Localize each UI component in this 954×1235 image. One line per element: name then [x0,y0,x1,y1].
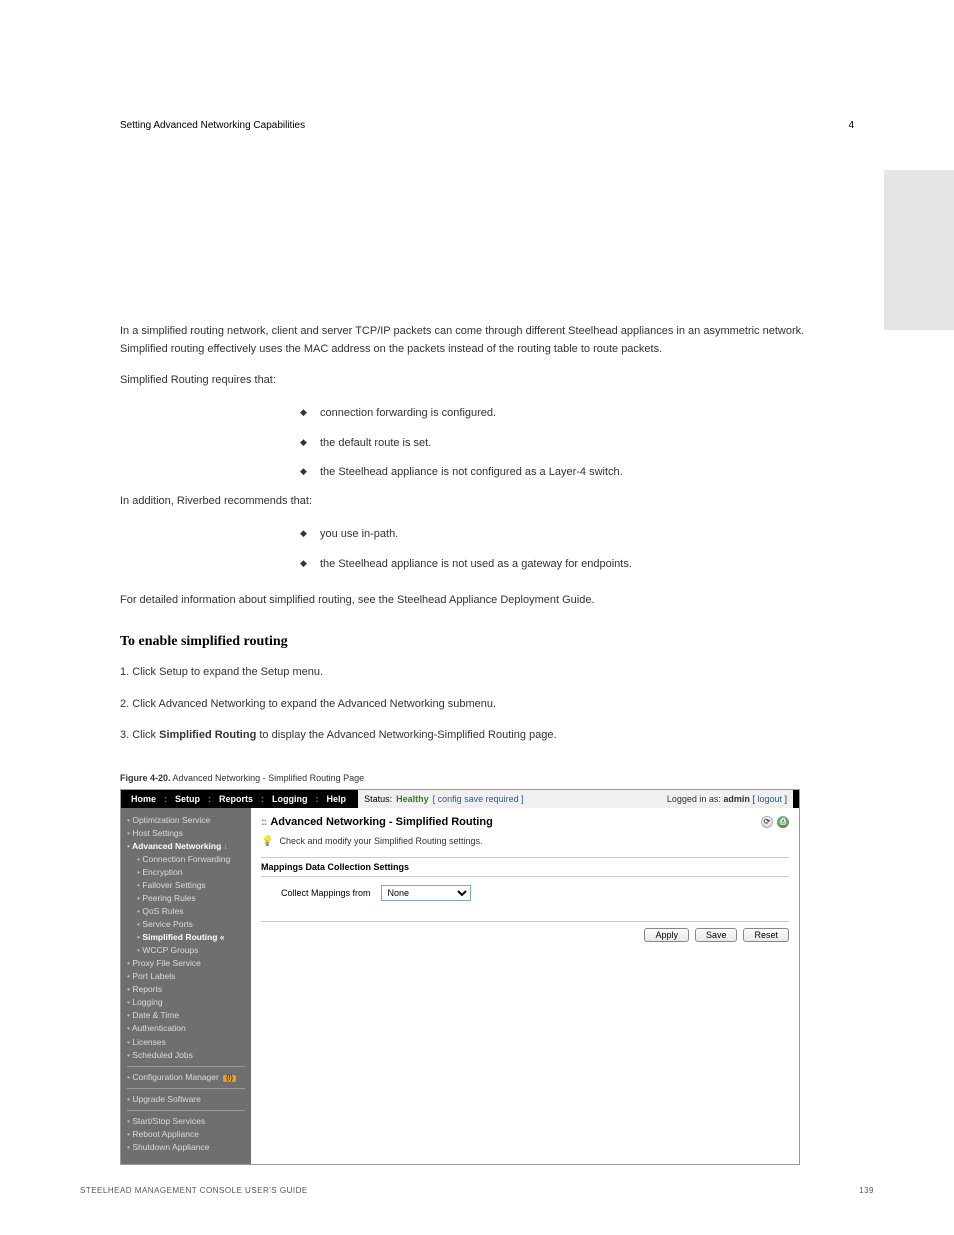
collect-mappings-label: Collect Mappings from [281,888,371,898]
sidebar-item-upgrade[interactable]: Upgrade Software [127,1093,245,1106]
step-3-suffix: to display the Advanced Networking-Simpl… [256,729,556,741]
nav-setup[interactable]: Setup [171,794,204,804]
sidebar-item-ports[interactable]: Service Ports [127,918,245,931]
sidebar-item-optimization[interactable]: Optimization Service [127,814,245,827]
step-3-prefix: 3. Click [120,729,159,741]
running-header-section: Setting Advanced Networking Capabilities [120,120,305,131]
detail-paragraph: For detailed information about simplifie… [120,592,854,610]
sidebar-item-encryption[interactable]: Encryption [127,866,245,879]
nav-reports[interactable]: Reports [215,794,257,804]
login-info: Logged in as: admin [ logout ] [667,794,787,804]
intro-block [120,143,854,323]
collect-mappings-select[interactable]: None [381,885,471,901]
running-header-num: 4 [848,120,854,131]
sidebar-item-auth[interactable]: Authentication [127,1022,245,1035]
page-footer: STEELHEAD MANAGEMENT CONSOLE USER'S GUID… [0,1186,954,1195]
logout-link[interactable]: logout [757,794,782,804]
sidebar-item-logging[interactable]: Logging [127,996,245,1009]
sidebar-item-connfwd[interactable]: Connection Forwarding [127,853,245,866]
sidebar-item-licenses[interactable]: Licenses [127,1036,245,1049]
top-nav: Home: Setup: Reports: Logging: Help [127,794,350,804]
button-row: Apply Save Reset [261,921,789,942]
hint-row: 💡 Check and modify your Simplified Routi… [261,836,789,847]
figure-title: Advanced Networking - Simplified Routing… [173,773,365,783]
sidebar-item-shutdown[interactable]: Shutdown Appliance [127,1141,245,1154]
status-note[interactable]: [ config save required ] [433,794,524,804]
sidebar-item-cfgmgr[interactable]: Configuration Manager (!) [127,1071,245,1084]
list-item: the default route is set. [320,434,854,454]
list-item: the Steelhead appliance is not configure… [320,463,854,483]
nav-logging[interactable]: Logging [268,794,312,804]
status-value: Healthy [396,794,429,804]
sidebar-item-advnet[interactable]: Advanced Networking [127,840,245,853]
sidebar-item-portlabels[interactable]: Port Labels [127,970,245,983]
step-3-link: Simplified Routing [159,729,256,741]
nav-help[interactable]: Help [323,794,351,804]
lightbulb-icon: 💡 [261,836,273,847]
step-1: 1. Click Setup to expand the Setup menu. [120,664,854,682]
note-recommend: In addition, Riverbed recommends that: [120,493,854,511]
figure-screenshot: Home: Setup: Reports: Logging: Help Stat… [120,789,800,1165]
page-title: ::Advanced Networking - Simplified Routi… [261,816,493,828]
refresh-icon[interactable]: ⟳ [761,816,773,828]
sidebar-item-reports[interactable]: Reports [127,983,245,996]
alert-badge-icon: (!) [223,1075,236,1082]
save-button[interactable]: Save [695,928,738,942]
note-requires: Simplified Routing requires that: [120,372,854,390]
section-heading: Mappings Data Collection Settings [261,857,789,877]
footer-title: STEELHEAD MANAGEMENT CONSOLE USER'S GUID… [80,1186,308,1195]
list-item: you use in-path. [320,525,854,545]
login-user: admin [723,794,750,804]
sidebar-item-simplified-routing[interactable]: Simplified Routing [127,931,245,944]
sidebar-item-datetime[interactable]: Date & Time [127,1009,245,1022]
form-row: Collect Mappings from None [281,885,789,901]
login-label: Logged in as: [667,794,721,804]
requirements-list: connection forwarding is configured. the… [120,404,854,483]
step-2: 2. Click Advanced Networking to expand t… [120,696,854,714]
nav-home[interactable]: Home [127,794,160,804]
sidebar-item-wccp[interactable]: WCCP Groups [127,944,245,957]
sidebar-item-label: Configuration Manager [132,1072,218,1082]
list-item: connection forwarding is configured. [320,404,854,424]
figure-label: Figure 4-20. [120,773,171,783]
sidebar-item-qos[interactable]: QoS Rules [127,905,245,918]
step-3: 3. Click Simplified Routing to display t… [120,727,854,745]
figure-caption: Figure 4-20. Advanced Networking - Simpl… [120,773,854,783]
list-item: the Steelhead appliance is not used as a… [320,555,854,575]
content-area: ::Advanced Networking - Simplified Routi… [251,808,799,1164]
page-number: 139 [859,1186,874,1195]
sidebar-item-scheduled[interactable]: Scheduled Jobs [127,1049,245,1062]
print-icon[interactable]: ⎙ [777,816,789,828]
sidebar: Optimization Service Host Settings Advan… [121,808,251,1164]
status-label: Status: [364,794,392,804]
status-bar: Status: Healthy [ config save required ]… [358,790,793,808]
apply-button[interactable]: Apply [644,928,689,942]
reset-button[interactable]: Reset [743,928,789,942]
sidebar-item-pfs[interactable]: Proxy File Service [127,957,245,970]
sidebar-item-peering[interactable]: Peering Rules [127,892,245,905]
sidebar-item-host[interactable]: Host Settings [127,827,245,840]
hint-text: Check and modify your Simplified Routing… [279,836,482,846]
intro-paragraph: In a simplified routing network, client … [120,323,854,358]
recommend-list: you use in-path. the Steelhead appliance… [120,525,854,575]
page-title-text: Advanced Networking - Simplified Routing [270,816,492,828]
sidebar-item-reboot[interactable]: Reboot Appliance [127,1128,245,1141]
sidebar-item-failover[interactable]: Failover Settings [127,879,245,892]
steps-heading: To enable simplified routing [120,634,854,650]
sidebar-item-startstop[interactable]: Start/Stop Services [127,1115,245,1128]
page-edge-decoration [884,170,954,330]
top-nav-bar: Home: Setup: Reports: Logging: Help Stat… [121,790,799,808]
